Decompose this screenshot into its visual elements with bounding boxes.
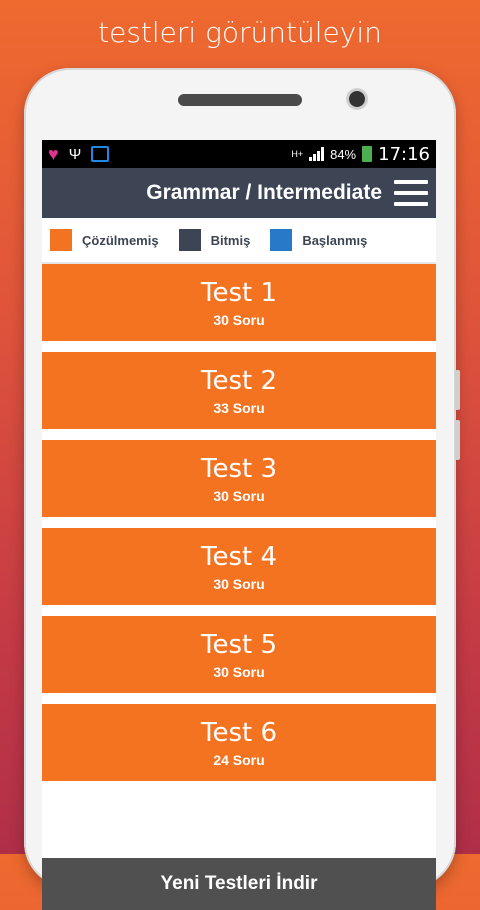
volume-up-button xyxy=(455,370,460,410)
phone-camera xyxy=(349,91,365,107)
app-bar: Grammar / Intermediate xyxy=(42,168,436,218)
test-question-count: 33 Soru xyxy=(213,399,265,416)
test-list: Test 1 30 Soru Test 2 33 Soru Test 3 30 … xyxy=(42,264,436,781)
legend-swatch xyxy=(50,229,72,251)
test-item[interactable]: Test 5 30 Soru xyxy=(42,616,436,693)
legend-item-started: Başlanmış xyxy=(270,229,367,251)
test-item[interactable]: Test 1 30 Soru xyxy=(42,264,436,341)
usb-icon: Ψ xyxy=(68,145,82,163)
test-title: Test 2 xyxy=(200,365,277,396)
legend-label: Bitmiş xyxy=(210,232,251,248)
phone-frame: ♥ Ψ H+ 84% 17:16 Grammar / Intermediate … xyxy=(24,68,460,910)
test-question-count: 30 Soru xyxy=(213,663,265,680)
legend-label: Çözülmemiş xyxy=(82,232,159,248)
legend-item-finished: Bitmiş xyxy=(178,229,251,251)
test-question-count: 30 Soru xyxy=(213,575,265,592)
legend-swatch xyxy=(270,229,293,251)
legend-swatch xyxy=(178,229,201,251)
test-question-count: 30 Soru xyxy=(213,487,265,504)
battery-percent: 84% xyxy=(330,146,357,162)
test-question-count: 30 Soru xyxy=(213,311,265,328)
promo-caption: testleri görüntüleyin xyxy=(98,16,382,49)
test-item[interactable]: Test 4 30 Soru xyxy=(42,528,436,605)
test-title: Test 4 xyxy=(200,541,277,572)
status-legend: Çözülmemiş Bitmiş Başlanmış xyxy=(42,218,436,264)
download-new-tests-button[interactable]: Yeni Testleri İndir xyxy=(42,858,436,910)
status-bar: ♥ Ψ H+ 84% 17:16 xyxy=(42,140,436,168)
test-item[interactable]: Test 2 33 Soru xyxy=(42,352,436,429)
test-item[interactable]: Test 6 24 Soru xyxy=(42,704,436,781)
page-title: Grammar / Intermediate xyxy=(146,181,382,204)
phone-speaker xyxy=(178,94,302,106)
battery-icon xyxy=(362,146,373,162)
hamburger-menu-icon[interactable] xyxy=(394,180,428,206)
clock: 17:16 xyxy=(378,143,430,165)
volume-down-button xyxy=(455,420,460,460)
test-title: Test 6 xyxy=(200,717,277,748)
signal-icon xyxy=(309,147,325,161)
wifi-icon xyxy=(91,146,110,162)
legend-item-unsolved: Çözülmemiş xyxy=(50,229,159,251)
heart-icon: ♥ xyxy=(48,144,59,164)
test-title: Test 3 xyxy=(200,453,277,484)
test-title: Test 5 xyxy=(200,629,277,660)
app-screen: ♥ Ψ H+ 84% 17:16 Grammar / Intermediate … xyxy=(42,140,436,910)
test-item[interactable]: Test 3 30 Soru xyxy=(42,440,436,517)
test-question-count: 24 Soru xyxy=(213,751,265,768)
legend-label: Başlanmış xyxy=(302,232,368,248)
test-title: Test 1 xyxy=(200,277,277,308)
network-type: H+ xyxy=(291,148,304,159)
